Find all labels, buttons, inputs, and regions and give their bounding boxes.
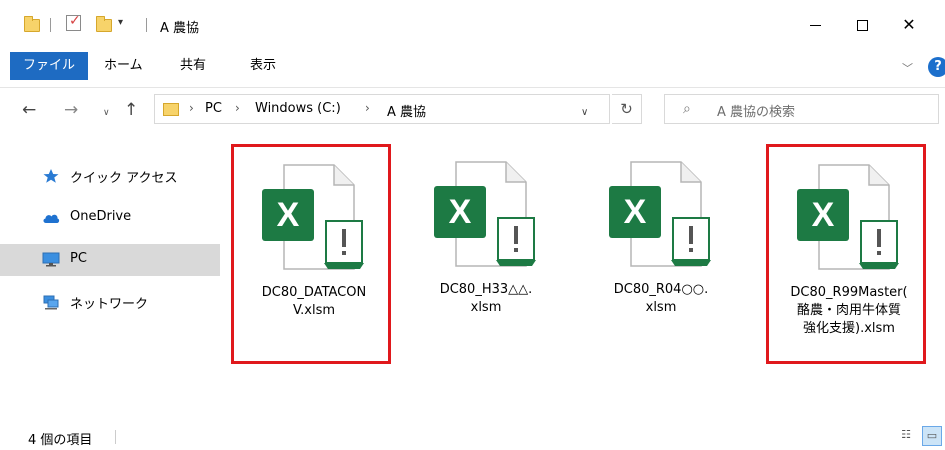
minimize-button[interactable]: [792, 10, 838, 40]
sidebar-item-label: PC: [70, 251, 87, 266]
file-name-line: 酪農・肉用牛体質: [796, 303, 901, 318]
excel-macro-file-icon: X: [262, 164, 364, 270]
file-name-line: xlsm: [470, 300, 502, 315]
back-arrow-icon[interactable]: ←: [22, 100, 36, 120]
status-separator: [115, 430, 116, 444]
item-count: 4 個の項目: [28, 433, 93, 448]
monitor-icon: [42, 252, 60, 267]
file-name: DC80_H33△△.xlsm: [410, 281, 562, 317]
file-item[interactable]: X DC80_H33△△.xlsm: [406, 144, 566, 364]
tab-share[interactable]: 共有: [170, 54, 216, 78]
svg-text:X: X: [277, 196, 300, 234]
tab-home[interactable]: ホーム: [94, 54, 153, 78]
refresh-button[interactable]: ↻: [612, 94, 642, 124]
sidebar-item-quick-access[interactable]: クイック アクセス: [0, 160, 220, 192]
excel-macro-file-icon: X: [434, 161, 536, 267]
file-item[interactable]: X DC80_DATACON V.xlsm: [231, 144, 391, 364]
address-bar[interactable]: › PC › Windows (C:) › A 農協 ∨: [154, 94, 610, 124]
chevron-right-icon[interactable]: ›: [365, 101, 370, 115]
file-name-line: V.xlsm: [292, 303, 336, 318]
file-name-line: DC80_R04○○.: [613, 282, 709, 297]
file-name: DC80_R04○○.xlsm: [585, 281, 737, 317]
file-name-line: 強化支援).xlsm: [803, 321, 895, 336]
search-icon: ⌕: [683, 101, 691, 117]
properties-icon[interactable]: ✓: [66, 13, 81, 31]
toolbar-separator: [50, 18, 51, 32]
file-item[interactable]: X DC80_R99Master( 酪農・肉用牛体質 強化支援).xlsm: [766, 144, 926, 364]
tab-file[interactable]: ファイル: [10, 52, 89, 80]
file-name-line: xlsm: [645, 300, 677, 315]
sidebar-item-label: ネットワーク: [70, 297, 149, 312]
breadcrumb-pc[interactable]: PC: [205, 101, 222, 116]
ribbon: ファイル ホーム 共有 表示 ﹀ ?: [0, 46, 945, 88]
navigation-bar: ← → ∨ ↑ › PC › Windows (C:) › A 農協 ∨ ↻ ⌕…: [0, 88, 945, 132]
svg-text:X: X: [449, 193, 472, 231]
breadcrumb-drive[interactable]: Windows (C:): [255, 101, 341, 116]
folder-icon: [24, 16, 40, 32]
new-folder-icon[interactable]: [96, 16, 112, 32]
svg-text:X: X: [624, 193, 647, 231]
search-box[interactable]: ⌕ A 農協の検索: [664, 94, 939, 124]
customize-quick-access-icon[interactable]: ▾: [118, 17, 123, 28]
tab-view[interactable]: 表示: [240, 54, 286, 78]
details-view-icon[interactable]: ☷: [896, 426, 916, 446]
status-bar: 4 個の項目 ☷ ▭: [0, 422, 945, 450]
svg-text:X: X: [812, 196, 835, 234]
file-item[interactable]: X DC80_R04○○.xlsm: [581, 144, 741, 364]
large-icons-view-icon[interactable]: ▭: [922, 426, 942, 446]
maximize-button[interactable]: [839, 10, 885, 40]
title-bar: ✓ ▾ A 農協 ✕: [0, 0, 945, 46]
up-arrow-icon[interactable]: ↑: [124, 100, 138, 120]
file-name-line: DC80_R99Master(: [790, 285, 908, 300]
star-icon: [43, 169, 59, 183]
navigation-pane: クイック アクセス OneDrive PC ネットワーク: [0, 132, 225, 422]
window-title: A 農協: [160, 21, 200, 36]
sidebar-item-network[interactable]: ネットワーク: [0, 286, 220, 318]
excel-macro-file-icon: X: [797, 164, 899, 270]
toolbar-separator: [146, 18, 147, 32]
chevron-right-icon[interactable]: ›: [189, 101, 194, 115]
chevron-down-icon[interactable]: ∨: [581, 107, 588, 118]
close-button[interactable]: ✕: [886, 10, 932, 40]
help-icon[interactable]: ?: [928, 57, 945, 77]
network-icon: [43, 295, 59, 310]
forward-arrow-icon[interactable]: →: [64, 100, 78, 120]
expand-ribbon-icon[interactable]: ﹀: [902, 60, 913, 76]
excel-macro-file-icon: X: [609, 161, 711, 267]
file-list: X DC80_DATACON V.xlsm X DC80_H33△△.xlsm X DC80…: [226, 132, 945, 422]
sidebar-item-label: OneDrive: [70, 209, 132, 224]
recent-locations-icon[interactable]: ∨: [103, 103, 110, 123]
file-name: DC80_R99Master( 酪農・肉用牛体質 強化支援).xlsm: [773, 284, 925, 338]
file-name-line: DC80_DATACON: [261, 285, 367, 300]
sidebar-item-onedrive[interactable]: OneDrive: [0, 202, 220, 234]
search-input[interactable]: A 農協の検索: [717, 101, 795, 120]
chevron-right-icon[interactable]: ›: [235, 101, 240, 115]
file-name: DC80_DATACON V.xlsm: [238, 284, 390, 320]
sidebar-item-label: クイック アクセス: [70, 171, 178, 186]
cloud-icon: [43, 214, 60, 223]
file-name-line: DC80_H33△△.: [439, 282, 533, 297]
sidebar-item-pc[interactable]: PC: [0, 244, 220, 276]
folder-icon: [163, 103, 179, 116]
breadcrumb-folder[interactable]: A 農協: [387, 101, 426, 120]
